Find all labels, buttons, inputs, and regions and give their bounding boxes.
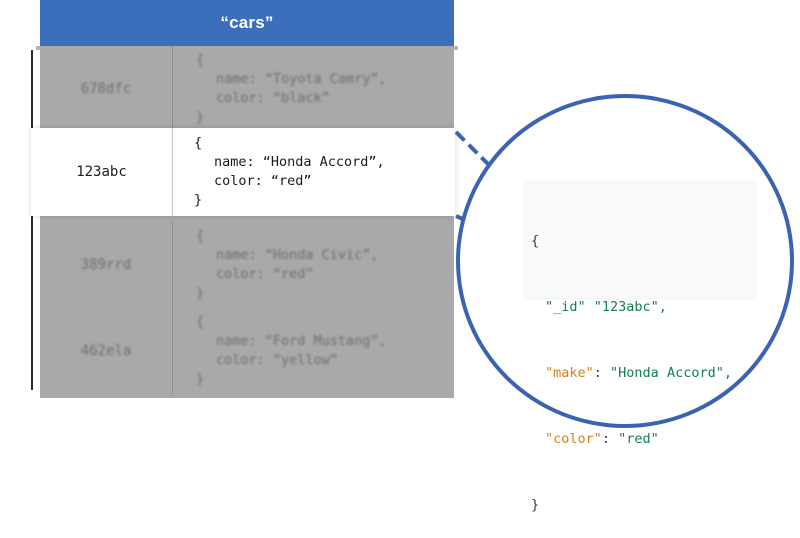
json-color-key: "color" xyxy=(545,431,602,447)
json-document-card: { "_id" "123abc", "make": "Honda Accord"… xyxy=(524,180,756,513)
json-id-key: "_id" xyxy=(545,299,586,315)
json-id-line: "_id" "123abc", xyxy=(531,296,756,318)
json-color-line: "color": "red" xyxy=(531,428,756,450)
json-make-key: "make" xyxy=(545,365,594,381)
json-brace-open: { xyxy=(531,233,540,249)
json-make-value: "Honda Accord", xyxy=(610,365,732,381)
json-id-value: "123abc", xyxy=(593,299,667,315)
json-space xyxy=(586,299,594,315)
json-color-value: "red" xyxy=(618,431,659,447)
json-sep: : xyxy=(601,431,619,447)
json-brace-close: } xyxy=(531,497,540,513)
json-make-line: "make": "Honda Accord", xyxy=(531,362,756,384)
json-sep: : xyxy=(593,365,611,381)
